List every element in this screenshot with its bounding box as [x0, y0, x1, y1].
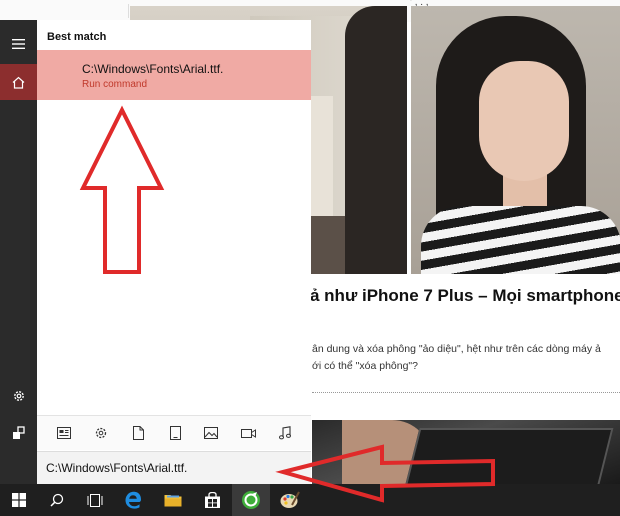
article-headline[interactable]: ả như iPhone 7 Plus – Mọi smartphone để [310, 286, 620, 306]
apps-icon[interactable] [54, 423, 74, 443]
paint-icon[interactable] [271, 484, 309, 516]
settings-icon[interactable] [91, 423, 111, 443]
home-icon[interactable] [0, 64, 37, 100]
tablet-icon[interactable] [165, 423, 185, 443]
photos-icon[interactable] [201, 423, 221, 443]
feedback-icon[interactable] [0, 415, 37, 451]
article-photo-bottom[interactable] [312, 420, 620, 488]
task-view-icon[interactable] [76, 484, 114, 516]
result-title: C:\Windows\Fonts\Arial.ttf. [82, 62, 224, 76]
divider [128, 4, 129, 18]
article-photo-right[interactable] [411, 6, 620, 274]
settings-gear-icon[interactable] [0, 378, 37, 414]
file-explorer-icon[interactable] [154, 484, 192, 516]
article-excerpt-line1: ân dung và xóa phông "ảo diệu", hệt như … [312, 343, 601, 355]
documents-icon[interactable] [128, 423, 148, 443]
videos-icon[interactable] [238, 423, 258, 443]
green-app-icon[interactable] [232, 484, 270, 516]
store-icon[interactable] [193, 484, 231, 516]
hamburger-menu-icon[interactable] [0, 26, 37, 62]
start-search-panel: Best match C:\Windows\Fonts\Arial.ttf. R… [37, 20, 311, 485]
music-icon[interactable] [275, 423, 295, 443]
search-filter-bar [37, 415, 311, 450]
start-menu-rail [0, 20, 37, 484]
start-search-box[interactable] [37, 451, 311, 485]
search-input[interactable] [46, 459, 296, 477]
best-match-heading: Best match [47, 31, 107, 43]
taskbar [0, 484, 620, 516]
result-subtitle: Run command [82, 79, 148, 90]
windows-start-icon[interactable] [0, 484, 38, 516]
edge-icon[interactable] [114, 484, 152, 516]
dotted-divider [312, 392, 620, 393]
article-excerpt-line2: ới có thể "xóa phông"? [312, 360, 418, 372]
search-icon[interactable] [38, 484, 76, 516]
best-match-result[interactable]: C:\Windows\Fonts\Arial.ttf. Run command [37, 50, 311, 100]
